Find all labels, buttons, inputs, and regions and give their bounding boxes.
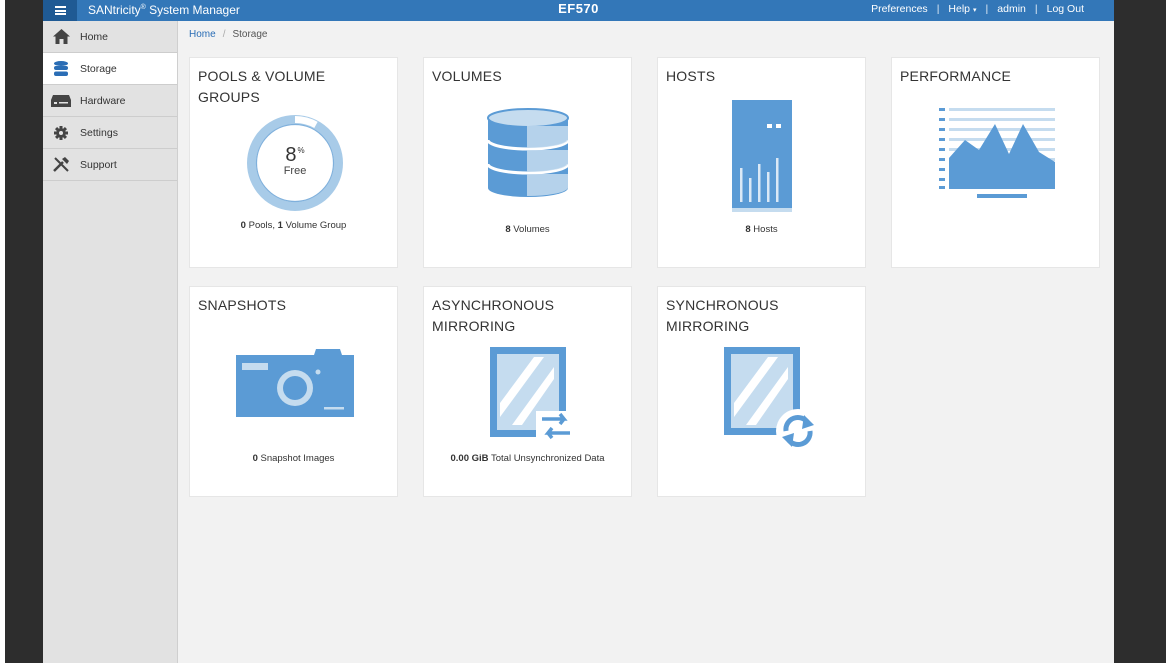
sidebar-item-label: Home bbox=[80, 30, 109, 43]
server-icon bbox=[732, 100, 792, 212]
sidebar-item-label: Hardware bbox=[80, 94, 126, 107]
tile-title: SNAPSHOTS bbox=[198, 297, 287, 313]
snapshots-summary: 0 Snapshot Images bbox=[190, 453, 397, 464]
tile-title: POOLS & VOLUME GROUPS bbox=[198, 68, 326, 105]
tile-synchronous-mirroring[interactable]: SYNCHRONOUS MIRRORING bbox=[657, 286, 866, 497]
help-label: Help bbox=[948, 3, 971, 15]
top-bar: SANtricity® System Manager EF570 Prefere… bbox=[43, 0, 1114, 21]
tile-title: HOSTS bbox=[666, 68, 716, 84]
volumes-label: Volumes bbox=[510, 224, 550, 235]
tile-title: PERFORMANCE bbox=[900, 68, 1012, 84]
preferences-link[interactable]: Preferences bbox=[871, 3, 928, 15]
home-icon bbox=[51, 29, 71, 45]
tile-title: SYNCHRONOUS MIRRORING bbox=[666, 297, 779, 334]
unsynchronized-data-value: 0.00 GiB bbox=[450, 453, 489, 464]
tile-asynchronous-mirroring[interactable]: ASYNCHRONOUS MIRRORING 0.00 GiB Total Un… bbox=[423, 286, 632, 497]
pools-label: Pools, bbox=[245, 220, 278, 231]
user-menu[interactable]: admin bbox=[997, 3, 1026, 15]
tile-performance[interactable]: PERFORMANCE bbox=[891, 57, 1100, 268]
gear-icon bbox=[51, 125, 71, 141]
pools-summary: 0 Pools, 1 Volume Group bbox=[190, 220, 397, 231]
camera-icon bbox=[236, 349, 354, 417]
tile-pools-volume-groups[interactable]: POOLS & VOLUME GROUPS 8% Free 0 Pools, 1… bbox=[189, 57, 398, 268]
hardware-icon bbox=[51, 93, 71, 109]
tile-title: VOLUMES bbox=[432, 68, 502, 84]
unsynchronized-data-label: Total Unsynchronized Data bbox=[488, 453, 605, 464]
database-icon bbox=[487, 108, 569, 197]
nav-separator: | bbox=[936, 3, 940, 15]
hosts-summary: 8 Hosts bbox=[658, 224, 865, 235]
sidebar-item-hardware[interactable]: Hardware bbox=[43, 85, 177, 117]
async-summary: 0.00 GiB Total Unsynchronized Data bbox=[424, 453, 631, 464]
sidebar-item-label: Support bbox=[80, 158, 117, 171]
async-mirror-icon bbox=[490, 347, 572, 443]
sidebar-item-home[interactable]: Home bbox=[43, 21, 177, 53]
tile-snapshots[interactable]: SNAPSHOTS 0 Snapshot Images bbox=[189, 286, 398, 497]
breadcrumb-separator: / bbox=[222, 29, 226, 40]
sidebar-item-label: Storage bbox=[80, 62, 117, 75]
sidebar-item-label: Settings bbox=[80, 126, 118, 139]
top-nav: Preferences | Help ▾ | admin | Log Out bbox=[871, 3, 1084, 15]
donut-label: 8% Free bbox=[246, 144, 344, 177]
percent-sign: % bbox=[297, 146, 305, 155]
breadcrumb-home-link[interactable]: Home bbox=[189, 29, 216, 40]
volumes-summary: 8 Volumes bbox=[424, 224, 631, 235]
sidebar-item-storage[interactable]: Storage bbox=[43, 53, 177, 85]
help-menu[interactable]: Help ▾ bbox=[948, 3, 976, 15]
tools-icon bbox=[51, 156, 71, 173]
tile-title: ASYNCHRONOUS MIRRORING bbox=[432, 297, 555, 334]
breadcrumb: Home / Storage bbox=[189, 29, 268, 40]
chevron-down-icon: ▾ bbox=[973, 7, 977, 14]
logout-link[interactable]: Log Out bbox=[1047, 3, 1084, 15]
volume-group-label: Volume Group bbox=[282, 220, 347, 231]
free-percent: 8 bbox=[285, 144, 297, 166]
hosts-label: Hosts bbox=[750, 224, 778, 235]
free-label: Free bbox=[283, 165, 307, 177]
snapshots-label: Snapshot Images bbox=[257, 453, 335, 464]
tile-volumes[interactable]: VOLUMES 8 Volumes bbox=[423, 57, 632, 268]
sync-mirror-icon bbox=[724, 347, 820, 451]
storage-icon bbox=[51, 61, 71, 77]
sidebar-item-support[interactable]: Support bbox=[43, 149, 177, 181]
nav-separator: | bbox=[1034, 3, 1038, 15]
performance-chart-icon bbox=[939, 108, 1055, 198]
main-content: Home / Storage POOLS & VOLUME GROUPS 8% Fr… bbox=[178, 21, 1114, 663]
window-frame-left bbox=[5, 0, 43, 663]
breadcrumb-current: Storage bbox=[232, 29, 268, 40]
window-frame-right bbox=[1114, 0, 1166, 663]
sidebar: Home Storage Hardware Settings Support bbox=[43, 21, 178, 663]
nav-separator: | bbox=[985, 3, 989, 15]
tile-hosts[interactable]: HOSTS 8 Hosts bbox=[657, 57, 866, 268]
sidebar-item-settings[interactable]: Settings bbox=[43, 117, 177, 149]
